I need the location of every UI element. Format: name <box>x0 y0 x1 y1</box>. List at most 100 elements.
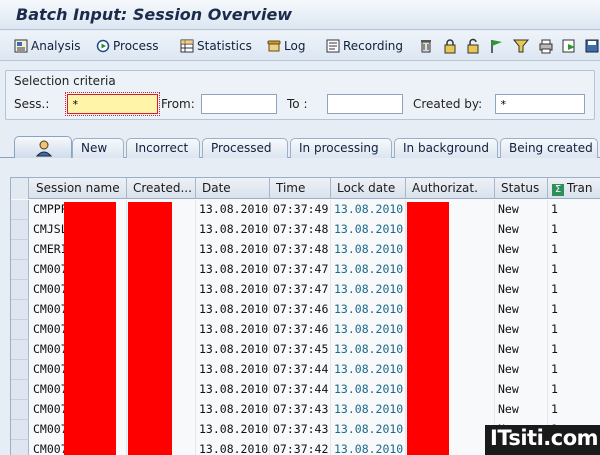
window-title: Batch Input: Session Overview <box>16 5 293 24</box>
from-date-input[interactable] <box>201 94 277 114</box>
to-date-input[interactable] <box>327 94 403 114</box>
created-by-input[interactable] <box>495 94 585 114</box>
row-selector[interactable] <box>11 240 29 260</box>
row-selector[interactable] <box>11 400 29 420</box>
row-selector[interactable] <box>11 360 29 380</box>
row-selector[interactable] <box>11 320 29 340</box>
analysis-button[interactable]: Analysis <box>14 37 80 55</box>
flag-icon[interactable] <box>489 38 505 54</box>
col-status[interactable]: Status <box>495 178 548 199</box>
cell-time: 07:37:47 <box>270 260 331 280</box>
log-label: Log <box>284 39 306 53</box>
cell-transactions: 1 <box>548 200 600 220</box>
tab-incorrect[interactable]: Incorrect <box>126 138 200 158</box>
log-button[interactable]: Log <box>267 37 305 55</box>
cell-time: 07:37:44 <box>270 360 331 380</box>
cell-status: New <box>495 360 548 380</box>
col-transactions[interactable]: Σ Tran <box>548 178 600 199</box>
redaction-authorization <box>407 202 449 455</box>
cell-lock-date: 13.08.2010 <box>331 420 406 440</box>
tab-all[interactable] <box>14 136 72 158</box>
cell-date: 13.08.2010 <box>196 240 270 260</box>
cell-status: New <box>495 300 548 320</box>
session-grid: Session name Created... Date Time Lock d… <box>10 177 600 455</box>
cell-lock-date: 13.08.2010 <box>331 240 406 260</box>
grid-header: Session name Created... Date Time Lock d… <box>11 178 600 199</box>
cell-lock-date: 13.08.2010 <box>331 340 406 360</box>
col-authorization[interactable]: Authorizat. <box>406 178 495 199</box>
cell-lock-date: 13.08.2010 <box>331 400 406 420</box>
tab-being-created[interactable]: Being created <box>500 138 598 158</box>
tab-processed[interactable]: Processed <box>202 138 288 158</box>
cell-transactions: 1 <box>548 220 600 240</box>
save-icon[interactable] <box>584 38 600 54</box>
process-button[interactable]: Process <box>96 37 159 55</box>
recording-icon <box>326 39 340 53</box>
analysis-icon <box>14 39 28 53</box>
tab-new[interactable]: New <box>72 138 124 158</box>
from-label: From: <box>161 97 195 111</box>
row-selector[interactable] <box>11 220 29 240</box>
cell-transactions: 1 <box>548 340 600 360</box>
cell-date: 13.08.2010 <box>196 200 270 220</box>
recording-button[interactable]: Recording <box>326 37 403 55</box>
redaction-session-name <box>64 202 116 455</box>
tab-in-processing[interactable]: In processing <box>290 138 392 158</box>
cell-transactions: 1 <box>548 280 600 300</box>
cell-time: 07:37:47 <box>270 280 331 300</box>
row-selector[interactable] <box>11 300 29 320</box>
redaction-created-by <box>128 202 172 455</box>
row-selector[interactable] <box>11 340 29 360</box>
statistics-icon <box>180 39 194 53</box>
col-time[interactable]: Time <box>270 178 331 199</box>
col-lock-date[interactable]: Lock date <box>331 178 406 199</box>
statistics-button[interactable]: Statistics <box>180 37 252 55</box>
cell-status: New <box>495 240 548 260</box>
col-session-name[interactable]: Session name <box>30 178 127 199</box>
tab-in-background[interactable]: In background <box>394 138 498 158</box>
select-all-cell[interactable] <box>11 178 29 199</box>
session-input[interactable] <box>65 92 160 116</box>
col-date[interactable]: Date <box>196 178 270 199</box>
cell-date: 13.08.2010 <box>196 320 270 340</box>
cell-lock-date: 13.08.2010 <box>331 220 406 240</box>
watermark-logo: ITsiti.com <box>485 425 600 455</box>
cell-date: 13.08.2010 <box>196 420 270 440</box>
row-selector[interactable] <box>11 440 29 455</box>
created-by-label: Created by: <box>413 97 483 111</box>
cell-lock-date: 13.08.2010 <box>331 300 406 320</box>
cell-transactions: 1 <box>548 260 600 280</box>
cell-date: 13.08.2010 <box>196 440 270 455</box>
application-toolbar: Analysis Process Statistics Log Recordin… <box>0 31 600 61</box>
statistics-label: Statistics <box>197 39 252 53</box>
cell-status: New <box>495 320 548 340</box>
row-selector[interactable] <box>11 280 29 300</box>
cell-date: 13.08.2010 <box>196 340 270 360</box>
row-selector[interactable] <box>11 420 29 440</box>
cell-date: 13.08.2010 <box>196 260 270 280</box>
print-icon[interactable] <box>538 38 554 54</box>
row-selector[interactable] <box>11 260 29 280</box>
col-transactions-label: Tran <box>567 181 593 195</box>
cell-time: 07:37:43 <box>270 420 331 440</box>
selection-criteria-title: Selection criteria <box>14 74 116 88</box>
process-label: Process <box>113 39 159 53</box>
filter-icon[interactable] <box>513 38 529 54</box>
cell-time: 07:37:42 <box>270 440 331 455</box>
log-icon <box>267 39 281 53</box>
cell-status: New <box>495 200 548 220</box>
row-selector[interactable] <box>11 200 29 220</box>
col-created-by[interactable]: Created... <box>127 178 196 199</box>
watermark-text: ITsiti.com <box>490 426 599 450</box>
cell-time: 07:37:49 <box>270 200 331 220</box>
delete-icon[interactable] <box>418 38 434 54</box>
cell-status: New <box>495 400 548 420</box>
export-icon[interactable] <box>561 38 577 54</box>
unlock-icon[interactable] <box>465 38 481 54</box>
title-bar: Batch Input: Session Overview <box>0 0 600 30</box>
cell-time: 07:37:48 <box>270 240 331 260</box>
to-label: To : <box>287 97 308 111</box>
lock-icon[interactable] <box>442 38 458 54</box>
row-selector[interactable] <box>11 380 29 400</box>
cell-transactions: 1 <box>548 360 600 380</box>
